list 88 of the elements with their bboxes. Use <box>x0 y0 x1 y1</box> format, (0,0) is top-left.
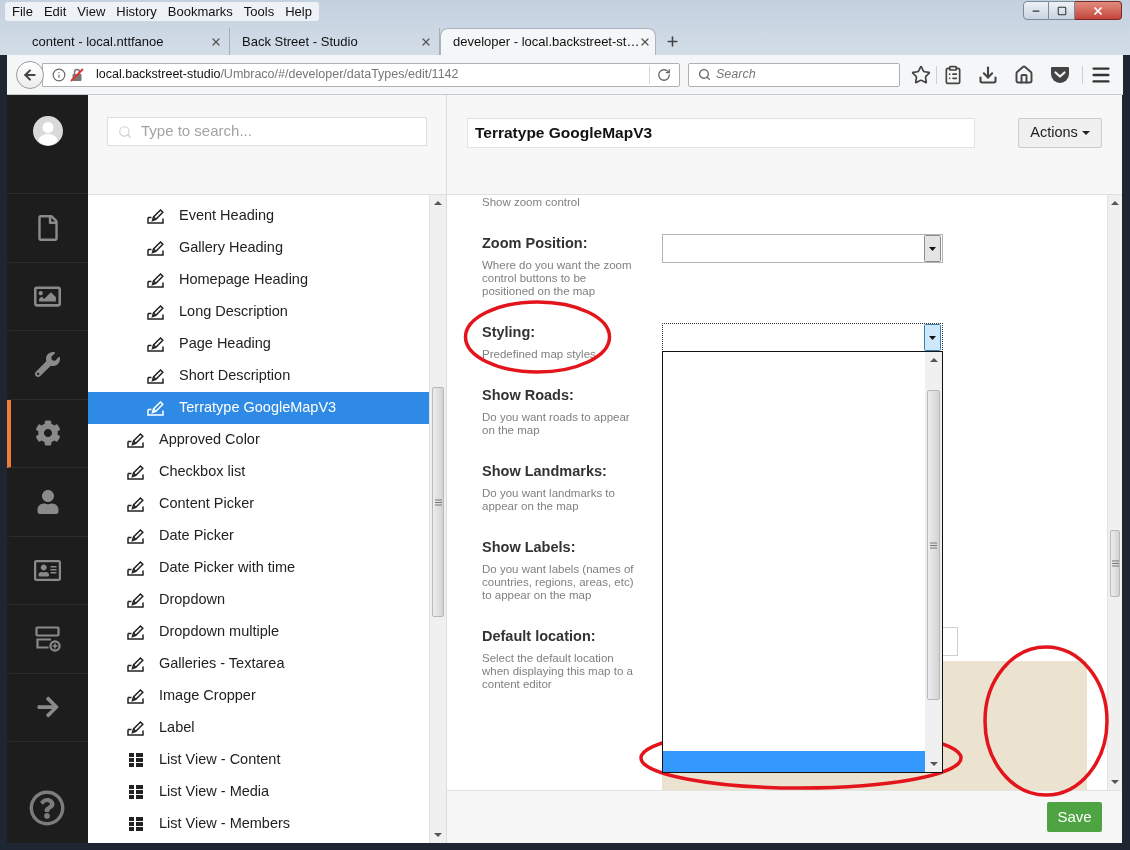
pencil-icon <box>147 336 165 352</box>
arrow-right-icon <box>35 695 60 720</box>
menu-item[interactable]: File <box>7 2 38 21</box>
field-description: Do you want landmarks to appear on the map <box>482 487 616 513</box>
browser-tab[interactable]: developer - local.backstreet-st… <box>440 28 656 55</box>
clipboard-icon[interactable] <box>943 64 963 85</box>
select-field[interactable] <box>662 234 943 263</box>
pencil-icon <box>147 368 165 384</box>
field-label: Show Labels: <box>482 538 577 557</box>
new-tab-icon[interactable] <box>665 34 680 49</box>
reload-icon[interactable] <box>657 67 671 82</box>
scrollbar-thumb[interactable] <box>432 387 444 617</box>
scroll-up-icon[interactable] <box>929 358 938 362</box>
pencil-icon <box>127 688 145 704</box>
menu-item[interactable]: Edit <box>38 2 72 21</box>
insecure-lock-icon[interactable] <box>70 67 84 82</box>
scrollbar[interactable] <box>429 195 446 843</box>
pocket-icon[interactable] <box>1050 65 1070 84</box>
field-label: Zoom Position: <box>482 234 589 253</box>
field-description: Select the default location when displaying this map to a content editor <box>482 652 634 691</box>
pencil-icon <box>127 720 145 736</box>
scrollbar[interactable] <box>925 352 942 772</box>
minimize-button[interactable] <box>1023 1 1049 20</box>
person-icon <box>35 489 60 514</box>
field-label: Show Roads: <box>482 386 575 405</box>
list-icon <box>129 817 143 831</box>
maximize-button[interactable] <box>1049 1 1075 20</box>
scrollbar-thumb[interactable] <box>927 390 940 700</box>
scroll-down-icon[interactable] <box>434 833 442 837</box>
maximize-icon <box>1056 5 1067 16</box>
field-description: Do you want roads to appear on the map <box>482 411 631 437</box>
list-icon <box>129 753 143 767</box>
scroll-up-icon[interactable] <box>434 201 442 205</box>
pencil-icon <box>127 528 145 544</box>
search-field[interactable]: Search <box>688 62 900 87</box>
list-icon <box>129 785 143 799</box>
menu-item[interactable]: Tools <box>238 2 280 21</box>
scroll-down-icon[interactable] <box>929 762 938 766</box>
bookmark-star-icon[interactable] <box>910 64 932 85</box>
grip-icon <box>930 541 937 549</box>
field-description: Show zoom control <box>482 196 581 209</box>
scroll-up-icon[interactable] <box>1111 201 1119 205</box>
pencil-icon <box>147 208 165 224</box>
pencil-icon <box>147 240 165 256</box>
field-description: Do you want labels (names of countries, regions, areas, etc) to appear on the map <box>482 563 635 602</box>
grip-icon <box>434 498 442 506</box>
field-description: Where do you want the zoom control buttons to be positioned on the map <box>482 259 633 298</box>
actions-button[interactable]: Actions <box>1018 118 1102 148</box>
name-field[interactable]: Terratype GoogleMapV3 <box>467 118 975 148</box>
scrollbar[interactable] <box>1107 195 1122 790</box>
pencil-icon <box>127 464 145 480</box>
info-icon[interactable] <box>52 67 66 82</box>
back-button[interactable] <box>16 60 44 89</box>
layout-add-icon <box>34 625 61 652</box>
home-icon[interactable] <box>1014 64 1034 85</box>
menu-item[interactable]: Bookmarks <box>162 2 238 21</box>
url-text: local.backstreet-studio/Umbraco/#/developer/dataTypes/edit/1142 <box>96 66 459 84</box>
address-bar[interactable]: local.backstreet-studio/Umbraco/#/developer/dataTypes/edit/1142 <box>42 62 680 87</box>
field-label: Styling: <box>482 323 537 342</box>
pencil-icon <box>127 496 145 512</box>
pencil-icon <box>127 624 145 640</box>
avatar-icon[interactable] <box>32 116 63 146</box>
pencil-icon <box>127 560 145 576</box>
pencil-icon <box>127 592 145 608</box>
search-icon <box>698 68 711 81</box>
pencil-icon <box>147 400 165 416</box>
menu-item[interactable]: View <box>72 2 111 21</box>
scroll-down-icon[interactable] <box>1111 780 1119 784</box>
close-icon <box>1092 4 1104 17</box>
scrollbar-thumb[interactable] <box>1110 530 1120 597</box>
menu-item[interactable]: Help <box>280 2 317 21</box>
field-label: Show Landmarks: <box>482 462 608 481</box>
search-icon <box>118 124 132 139</box>
menu-item[interactable]: History <box>111 2 162 21</box>
caret-icon <box>1081 131 1090 135</box>
pencil-icon <box>147 272 165 288</box>
pencil-icon <box>127 656 145 672</box>
help-icon[interactable] <box>29 790 65 826</box>
field-description: Predefined map styles <box>482 348 597 361</box>
close-button[interactable] <box>1075 1 1122 20</box>
pencil-icon <box>147 304 165 320</box>
grip-icon <box>1111 560 1119 567</box>
tree-item[interactable]: Terratype GoogleMapV3 <box>88 392 429 424</box>
settings-icon <box>34 420 61 447</box>
download-icon[interactable] <box>978 64 998 85</box>
field-label: Default location: <box>482 627 597 646</box>
wrench-icon <box>35 352 60 378</box>
pencil-icon <box>127 432 145 448</box>
